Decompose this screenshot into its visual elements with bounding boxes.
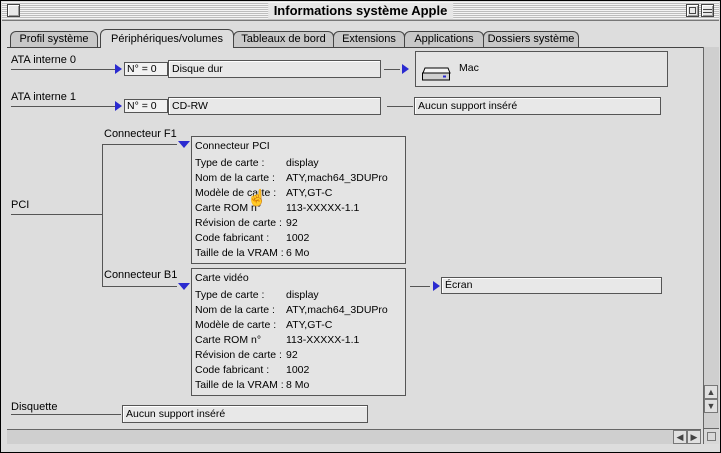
scroll-up-arrow-icon[interactable]: ▲ [704, 385, 718, 399]
ata0-volume-name: Mac [459, 62, 479, 74]
ata1-connector-line [11, 106, 115, 107]
ata0-device-field[interactable]: Disque dur [168, 60, 381, 78]
pci-card-b1-panel[interactable]: Carte vidéo Type de carte : display Nom d… [191, 268, 406, 396]
floppy-connector-line [11, 414, 121, 415]
tab-dossiers-systeme[interactable]: Dossiers système [483, 31, 579, 47]
close-box-icon[interactable] [7, 4, 20, 17]
tab-tableaux-de-bord[interactable]: Tableaux de bord [233, 31, 334, 47]
floppy-media-status: Aucun support inséré [122, 405, 368, 423]
pci-branch-line [102, 144, 103, 286]
ata0-volume-box[interactable]: Mac [415, 51, 668, 87]
pci-card-f1-panel[interactable]: Connecteur PCI Type de carte : display No… [191, 136, 406, 264]
b1-screen-line [410, 286, 430, 287]
pci-bus-line [11, 214, 102, 215]
ata1-device-field[interactable]: CD-RW [168, 97, 381, 115]
horizontal-scrollbar[interactable]: ◀ ▶ [7, 429, 701, 444]
scroll-left-arrow-icon[interactable]: ◀ [673, 430, 687, 444]
pci-b1-line [102, 286, 177, 287]
connector-f1-label: Connecteur F1 [104, 128, 177, 140]
pci-f1-line [102, 144, 177, 145]
ata1-label: ATA interne 1 [11, 91, 77, 103]
zoom-box-icon[interactable] [686, 4, 699, 17]
screen-field[interactable]: Écran [441, 277, 662, 294]
pci-card-b1-title: Carte vidéo [195, 272, 249, 284]
scroll-right-arrow-icon[interactable]: ▶ [687, 430, 701, 444]
pci-card-f1-title: Connecteur PCI [195, 140, 270, 152]
pci-label: PCI [11, 199, 30, 211]
hand-cursor-icon: ☝ [247, 190, 267, 207]
ata0-id-field: N° = 0 [124, 62, 168, 76]
ata0-connector-line [11, 69, 115, 70]
ata1-id-field: N° = 0 [124, 99, 168, 113]
ata0-volume-line [384, 69, 400, 70]
tab-peripheriques-volumes[interactable]: Périphériques/volumes [100, 29, 234, 48]
tab-profil-systeme[interactable]: Profil système [10, 31, 98, 47]
connector-f1-disclosure-icon[interactable] [178, 141, 190, 148]
ata1-media-line [387, 106, 413, 107]
ata0-volume-disclosure-icon[interactable] [402, 64, 409, 74]
screen-disclosure-triangle-icon[interactable] [433, 281, 440, 291]
tab-bar: Profil système Périphériques/volumes Tab… [7, 29, 707, 48]
title-bar[interactable]: Informations système Apple [2, 2, 719, 21]
ata1-media-status: Aucun support inséré [414, 97, 661, 115]
window-title: Informations système Apple [267, 3, 454, 19]
apple-system-profiler-window: Informations système Apple Profil systèm… [0, 0, 721, 453]
collapse-box-icon[interactable] [701, 4, 714, 17]
tab-extensions[interactable]: Extensions [333, 31, 405, 47]
ata0-label: ATA interne 0 [11, 54, 77, 66]
ata1-disclosure-triangle-icon[interactable] [115, 101, 122, 111]
ata0-disclosure-triangle-icon[interactable] [115, 64, 122, 74]
connector-b1-label: Connecteur B1 [104, 269, 178, 281]
resize-grow-box-icon[interactable] [703, 428, 719, 444]
scroll-down-arrow-icon[interactable]: ▼ [704, 399, 718, 413]
vertical-scrollbar[interactable]: ▲ ▼ [703, 47, 719, 430]
floppy-label: Disquette [11, 401, 58, 413]
connector-b1-disclosure-icon[interactable] [178, 283, 190, 290]
hard-disk-icon [422, 67, 451, 81]
tab-applications[interactable]: Applications [404, 31, 484, 47]
